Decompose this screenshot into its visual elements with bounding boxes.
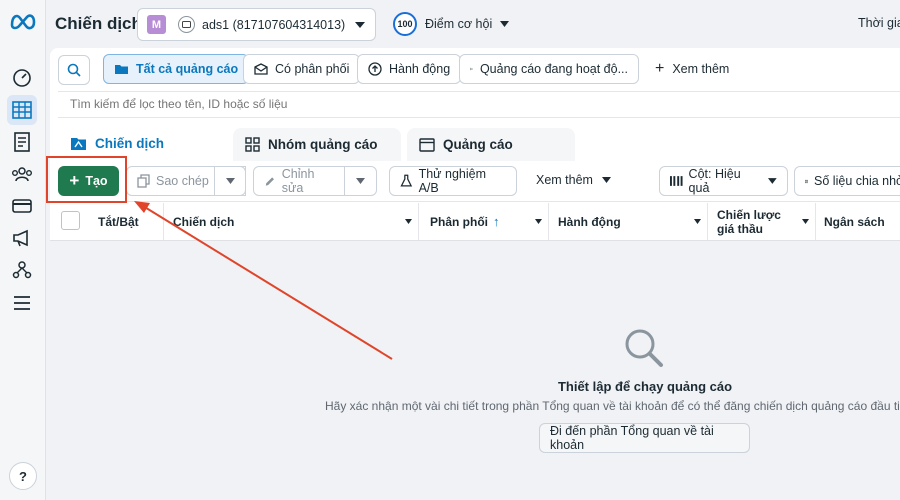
annotation-arrow [134, 201, 393, 360]
